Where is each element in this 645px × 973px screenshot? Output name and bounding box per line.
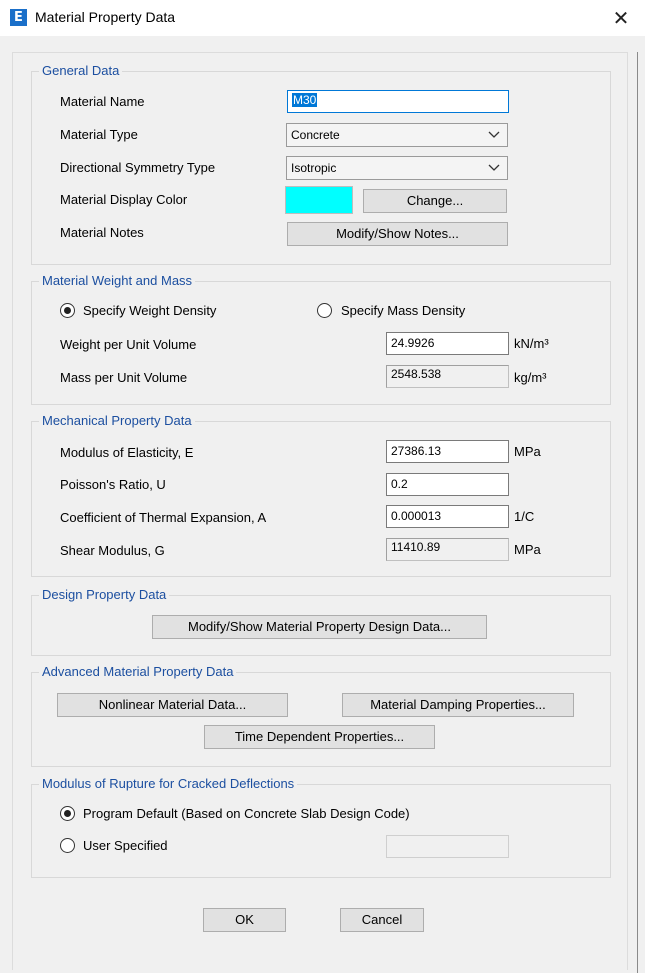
window-title: Material Property Data [35,9,176,25]
symmetry-type-label: Directional Symmetry Type [60,160,216,175]
modify-notes-button[interactable]: Modify/Show Notes... [287,222,508,246]
thermal-expansion-input[interactable]: 0.000013 [386,505,509,528]
change-color-button[interactable]: Change... [363,189,507,213]
design-data-button[interactable]: Modify/Show Material Property Design Dat… [152,615,487,639]
damping-properties-button[interactable]: Material Damping Properties... [342,693,574,717]
weight-unit: kN/m³ [514,336,549,351]
dialog-body: General Data Material Name M30 Material … [0,36,645,973]
modulus-elasticity-input[interactable]: 27386.13 [386,440,509,463]
group-title: Advanced Material Property Data [39,664,237,680]
shear-modulus-field: 11410.89 [386,538,509,561]
symmetry-type-select[interactable]: Isotropic [286,156,508,180]
weight-density-radio[interactable] [60,303,75,318]
group-title: Design Property Data [39,587,170,603]
group-title: Modulus of Rupture for Cracked Deflectio… [39,776,298,792]
weight-density-label: Specify Weight Density [83,303,217,318]
material-type-label: Material Type [60,127,138,142]
title-bar: E Material Property Data ✕ [0,0,645,36]
cancel-button[interactable]: Cancel [340,908,424,932]
mass-per-volume-label: Mass per Unit Volume [60,370,188,385]
app-icon: E [10,9,27,26]
ok-button[interactable]: OK [203,908,286,932]
rupture-group: Modulus of Rupture for Cracked Deflectio… [31,776,611,878]
shear-modulus-label: Shear Modulus, G [60,543,165,558]
material-type-select[interactable]: Concrete [286,123,508,147]
thermal-expansion-label: Coefficient of Thermal Expansion, A [60,510,267,525]
mass-density-label: Specify Mass Density [341,303,466,318]
poisson-ratio-label: Poisson's Ratio, U [60,477,166,492]
mass-density-radio[interactable] [317,303,332,318]
program-default-label: Program Default (Based on Concrete Slab … [83,806,410,821]
display-color-swatch [285,186,353,214]
modulus-elasticity-label: Modulus of Elasticity, E [60,445,194,460]
poisson-ratio-input[interactable]: 0.2 [386,473,509,496]
nonlinear-data-button[interactable]: Nonlinear Material Data... [57,693,288,717]
chevron-down-icon [488,164,500,171]
mass-per-volume-field: 2548.538 [386,365,509,388]
chevron-down-icon [488,131,500,138]
shear-unit: MPa [514,542,541,557]
time-dependent-button[interactable]: Time Dependent Properties... [204,725,435,749]
group-title: Material Weight and Mass [39,273,196,289]
material-name-value: M30 [292,93,318,107]
group-title: Mechanical Property Data [39,413,195,429]
mass-unit: kg/m³ [514,370,547,385]
display-color-label: Material Display Color [60,192,188,207]
symmetry-type-value: Isotropic [291,161,337,175]
weight-per-volume-label: Weight per Unit Volume [60,337,197,352]
material-notes-label: Material Notes [60,225,144,240]
thermal-unit: 1/C [514,509,535,524]
program-default-radio[interactable] [60,806,75,821]
material-type-value: Concrete [291,128,340,142]
user-specified-field [386,835,509,858]
material-name-label: Material Name [60,94,145,109]
user-specified-label: User Specified [83,838,168,853]
modulus-unit: MPa [514,444,541,459]
frame-edge [637,52,638,973]
weight-per-volume-input[interactable]: 24.9926 [386,332,509,355]
user-specified-radio[interactable] [60,838,75,853]
material-name-input[interactable]: M30 [287,90,509,113]
advanced-property-group: Advanced Material Property Data [31,664,611,767]
group-title: General Data [39,63,123,79]
close-icon[interactable]: ✕ [606,4,636,32]
